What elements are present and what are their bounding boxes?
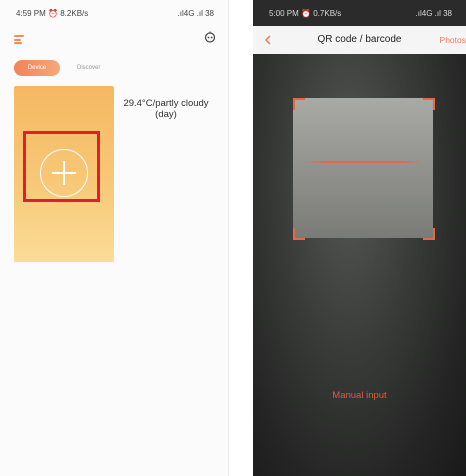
scan-corner — [423, 228, 435, 240]
manual-input-link[interactable]: Manual input — [253, 390, 466, 401]
scan-corner — [293, 98, 305, 110]
home-screen: 4:59 PM ⏰ 8.2KB/s .ıl4G .ıl 38 Device Di… — [0, 0, 229, 476]
network-status: .ıl4G .ıl 38 — [415, 9, 452, 18]
status-bar: 5:00 PM ⏰ 0.7KB/s .ıl4G .ıl 38 — [253, 0, 466, 26]
device-card — [14, 86, 114, 262]
scan-frame — [293, 98, 433, 238]
scan-corner — [423, 98, 435, 110]
scan-header: QR code / barcode Photos — [253, 26, 466, 54]
scan-screen: 5:00 PM ⏰ 0.7KB/s .ıl4G .ıl 38 QR code /… — [253, 0, 466, 476]
network-status: .ıl4G .ıl 38 — [177, 9, 214, 18]
scan-line — [303, 161, 423, 163]
weather-text: 29.4°C/partly cloudy (day) — [123, 98, 209, 120]
scan-corner — [293, 228, 305, 240]
add-device-button[interactable] — [40, 149, 88, 197]
tab-device[interactable]: Device — [14, 60, 60, 76]
menu-icon[interactable] — [14, 35, 24, 44]
status-time: 4:59 PM ⏰ 8.2KB/s — [16, 9, 89, 18]
photos-link[interactable]: Photos — [440, 35, 466, 45]
status-bar: 4:59 PM ⏰ 8.2KB/s .ıl4G .ıl 38 — [0, 0, 228, 26]
status-time: 5:00 PM ⏰ 0.7KB/s — [269, 9, 342, 18]
tab-discover[interactable]: Discover — [77, 60, 100, 76]
robot-icon[interactable] — [204, 31, 216, 43]
camera-viewfinder — [253, 54, 466, 476]
page-title: QR code / barcode — [317, 34, 402, 45]
